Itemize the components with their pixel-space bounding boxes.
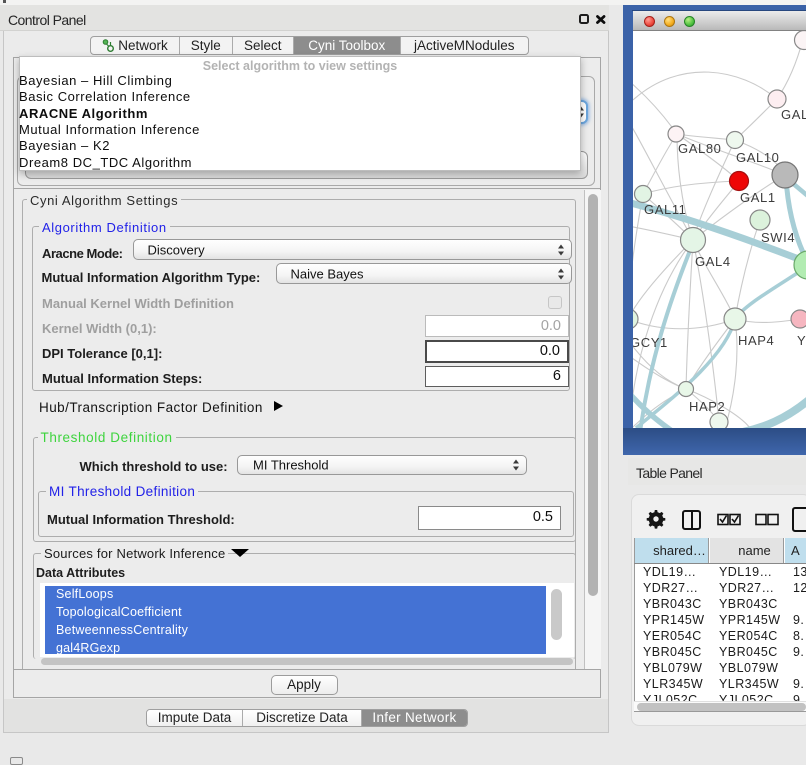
svg-text:GAL2: GAL2 [781,107,806,122]
svg-text:GAL1: GAL1 [740,190,776,205]
svg-text:GAL10: GAL10 [736,150,779,165]
svg-text:GAL11: GAL11 [644,202,687,217]
svg-text:SWI4: SWI4 [761,230,795,245]
svg-text:HAP4: HAP4 [738,333,774,348]
svg-text:GCY1: GCY1 [633,335,668,350]
svg-text:GAL4: GAL4 [695,254,731,269]
svg-text:GAL80: GAL80 [678,141,721,156]
svg-text:YD: YD [797,333,806,348]
svg-text:HAP2: HAP2 [689,399,725,414]
